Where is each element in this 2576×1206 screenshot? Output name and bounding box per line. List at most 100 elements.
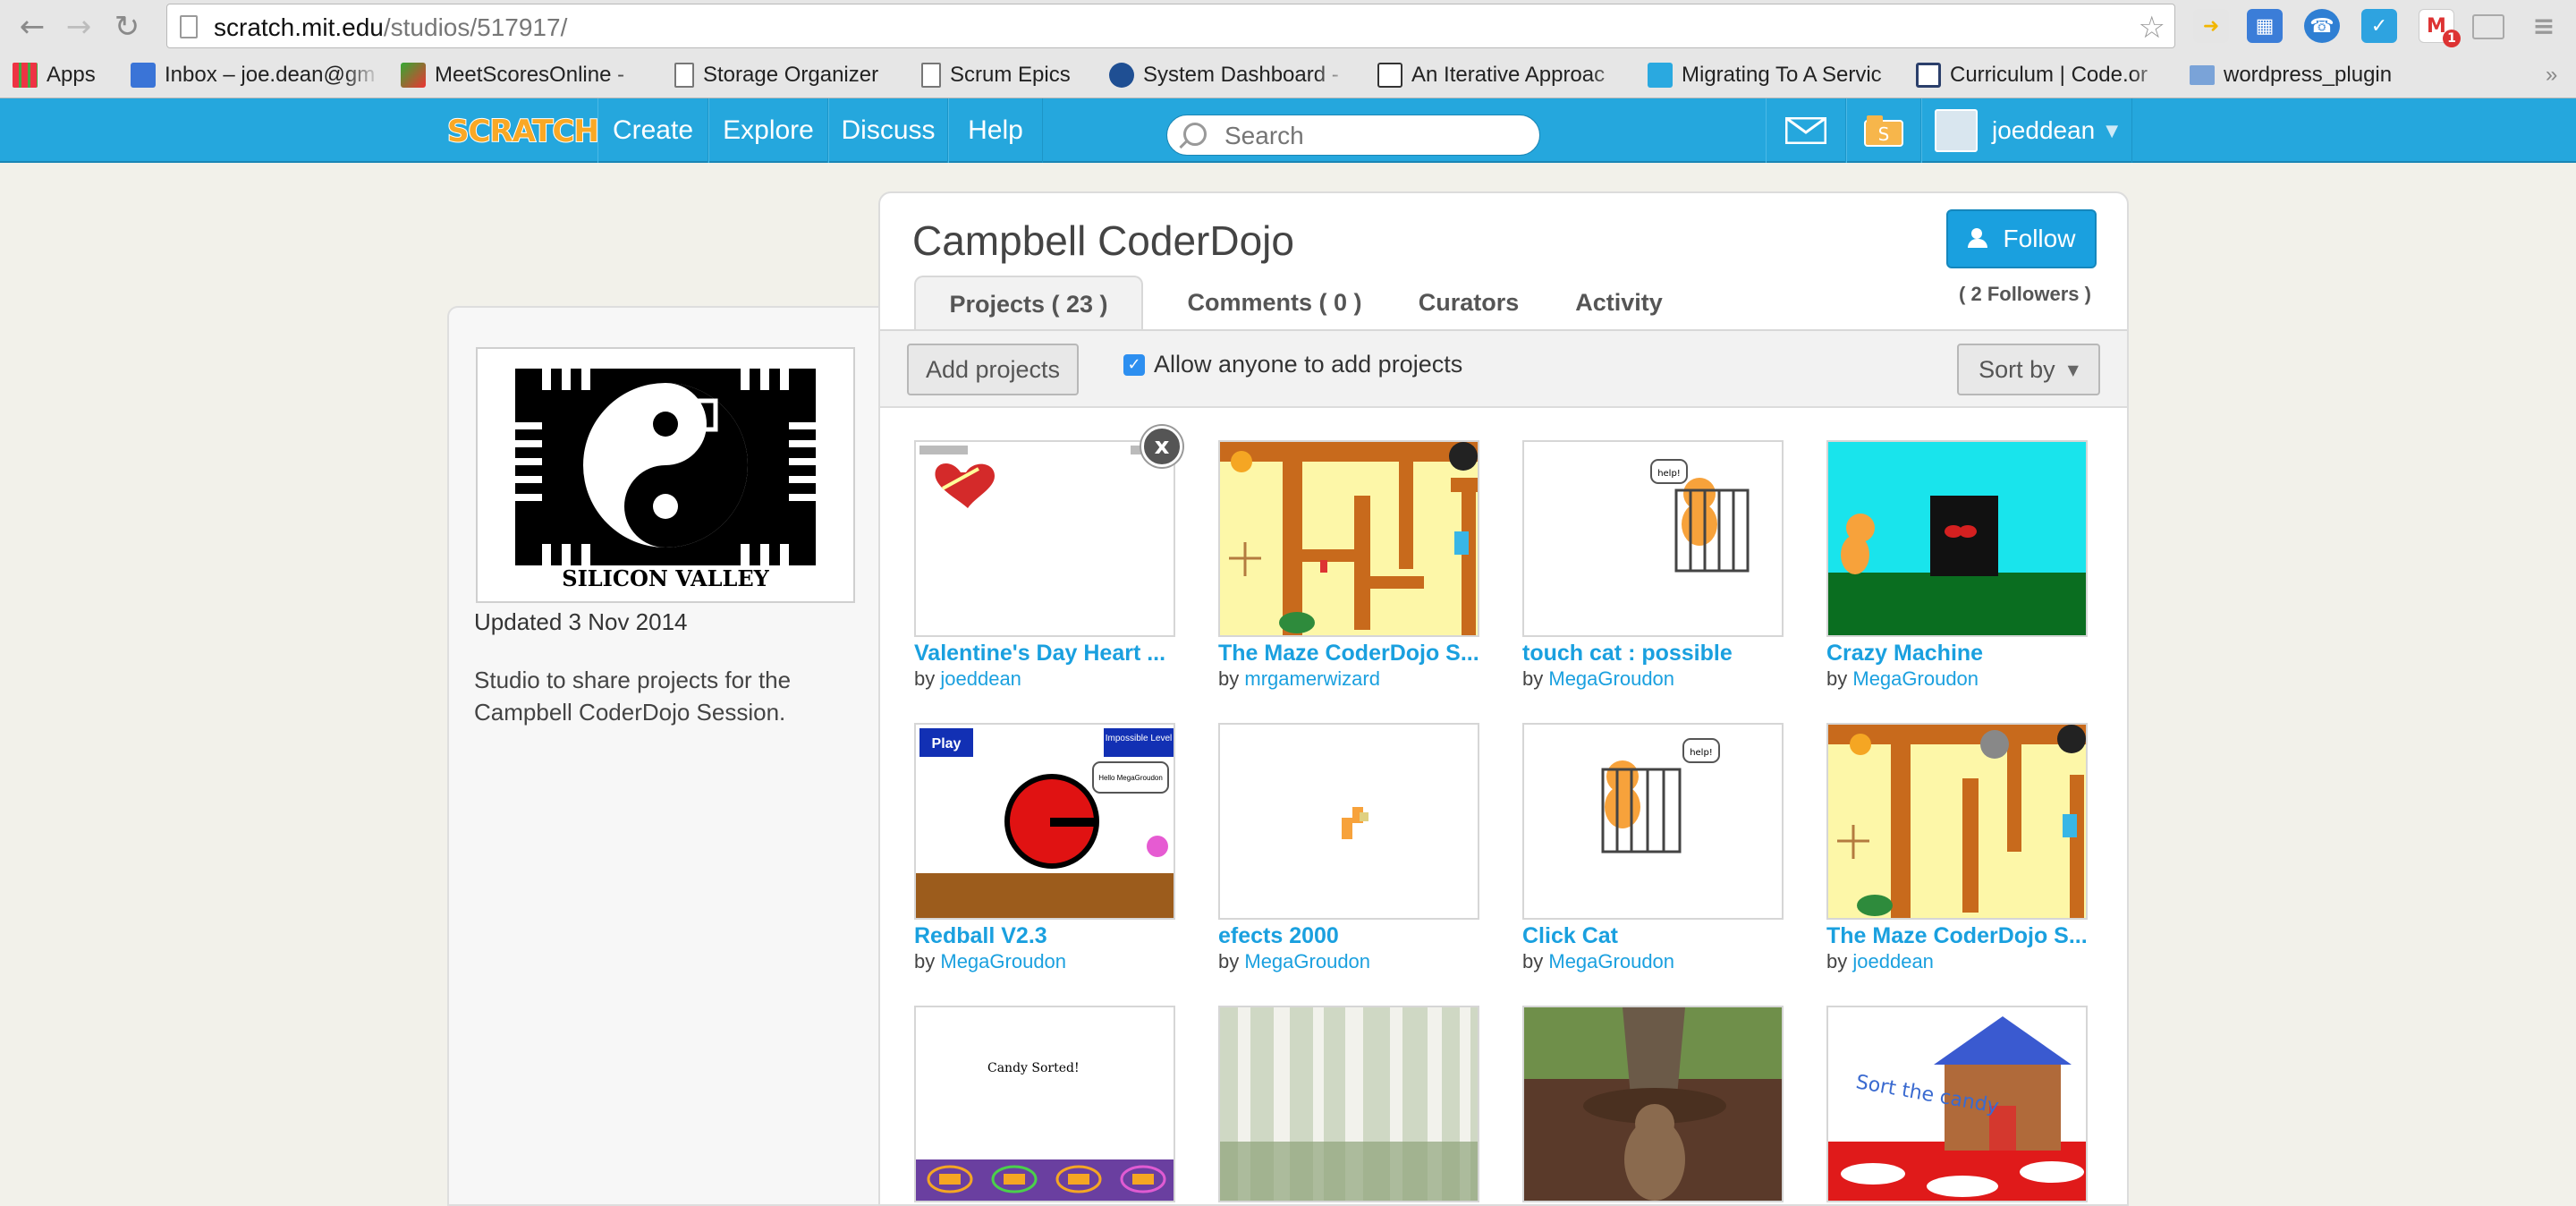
author-link[interactable]: joeddean	[940, 667, 1021, 690]
bookmark-inbox[interactable]: Inbox – joe.dean@gm	[131, 57, 381, 93]
bookmarks-overflow-icon[interactable]: »	[2546, 57, 2557, 93]
project-card[interactable]	[1218, 1006, 1479, 1202]
cast-icon[interactable]	[2472, 14, 2504, 39]
bookmark-label: Apps	[47, 63, 96, 87]
checkmark-icon[interactable]: ✓	[2361, 9, 2397, 43]
doc-icon	[1377, 63, 1402, 88]
reload-icon[interactable]: ↻	[107, 9, 147, 45]
search-input[interactable]	[1224, 121, 1520, 151]
project-thumbnail[interactable]	[1826, 723, 2088, 920]
project-card[interactable]	[1522, 1006, 1784, 1202]
speech-bubble-text: help!	[1657, 469, 1681, 479]
project-thumbnail[interactable]	[1826, 440, 2088, 637]
bookmark-extension-icon[interactable]: ➜	[2193, 9, 2229, 43]
cal-icon[interactable]: ▦	[2247, 9, 2283, 43]
author-link[interactable]: MegaGroudon	[1548, 950, 1674, 972]
bookmark-curriculum[interactable]: Curriculum | Code.or	[1916, 57, 2168, 93]
url-text[interactable]: scratch.mit.edu/studios/517917/	[214, 13, 567, 42]
project-title[interactable]: The Maze CoderDojo S...	[1218, 639, 1479, 667]
folder-icon	[2190, 65, 2215, 85]
my-stuff-folder-icon[interactable]: S	[1846, 98, 1921, 163]
search-icon	[1183, 123, 1207, 146]
tab-comments[interactable]: Comments ( 0 )	[1163, 276, 1386, 329]
project-card[interactable]: help! touch cat : possible by MegaGroudo…	[1522, 440, 1784, 691]
bookmark-migrating[interactable]: Migrating To A Servic	[1648, 57, 1916, 93]
project-title[interactable]: Click Cat	[1522, 921, 1784, 950]
project-card[interactable]: help! Click Cat by MegaGroudon	[1522, 723, 1784, 973]
checkbox-checked-icon[interactable]: ✓	[1123, 353, 1145, 376]
project-card[interactable]: The Maze CoderDojo S... by joeddean	[1826, 723, 2088, 973]
allow-label: Allow anyone to add projects	[1154, 351, 1463, 378]
gmail-icon[interactable]: M1	[2419, 9, 2461, 47]
project-thumbnail[interactable]	[1218, 440, 1479, 637]
address-bar[interactable]: scratch.mit.edu/studios/517917/ ☆	[166, 4, 2175, 48]
project-thumbnail[interactable]: Candy Sorted!	[914, 1006, 1175, 1202]
tab-projects[interactable]: Projects ( 23 )	[914, 276, 1143, 331]
bookmark-storage-organizer[interactable]: Storage Organizer	[674, 57, 878, 93]
by-label: by	[1826, 667, 1848, 690]
follow-button[interactable]: Follow	[1946, 209, 2097, 268]
bookmark-star-icon[interactable]: ☆	[2139, 10, 2165, 46]
bookmark-scrum-epics[interactable]: Scrum Epics	[921, 57, 1071, 93]
sort-by-label: Sort by	[1979, 355, 2055, 383]
by-label: by	[1218, 667, 1240, 690]
project-card[interactable]: Crazy Machine by MegaGroudon	[1826, 440, 2088, 691]
user-menu[interactable]: joeddean ▼	[1921, 98, 2132, 163]
add-projects-button[interactable]: Add projects	[907, 344, 1079, 395]
project-title[interactable]: The Maze CoderDojo S...	[1826, 921, 2088, 950]
allow-anyone-option[interactable]: ✓ Allow anyone to add projects	[1123, 351, 1462, 378]
bookmark-meetscores[interactable]: MeetScoresOnline -	[401, 57, 649, 93]
nav-explore[interactable]: Explore	[708, 98, 828, 163]
page-icon	[674, 63, 694, 88]
project-card[interactable]: Valentine's Day Heart ... by joeddean	[914, 440, 1175, 691]
menu-icon[interactable]: ≡	[2526, 9, 2562, 43]
level-label: Impossible Level	[1106, 734, 1172, 743]
bookmark-system-dashboard[interactable]: System Dashboard -	[1109, 57, 1351, 93]
tab-activity[interactable]: Activity	[1553, 276, 1685, 329]
project-card[interactable]: Candy Sorted!	[914, 1006, 1175, 1202]
nav-help[interactable]: Help	[948, 98, 1043, 163]
messages-envelope-icon[interactable]	[1766, 98, 1846, 163]
project-thumbnail[interactable]: Play Impossible Level Hello MegaGroudon	[914, 723, 1175, 920]
project-card[interactable]: efects 2000 by MegaGroudon	[1218, 723, 1479, 973]
remove-project-button[interactable]: x	[1141, 426, 1182, 467]
sort-by-button[interactable]: Sort by ▼	[1957, 344, 2100, 395]
project-card[interactable]: Play Impossible Level Hello MegaGroudon …	[914, 723, 1175, 973]
back-arrow-icon[interactable]: ←	[13, 9, 52, 45]
project-thumbnail[interactable]: help!	[1522, 723, 1784, 920]
author-link[interactable]: joeddean	[1852, 950, 1934, 972]
project-title[interactable]: efects 2000	[1218, 921, 1479, 950]
project-thumbnail[interactable]: help!	[1522, 440, 1784, 637]
project-title[interactable]: Crazy Machine	[1826, 639, 2088, 667]
scratch-logo[interactable]: SCRATCH	[446, 111, 600, 152]
tab-curators[interactable]: Curators	[1402, 276, 1535, 329]
nav-create[interactable]: Create	[597, 98, 708, 163]
forward-arrow-icon[interactable]: →	[59, 9, 98, 45]
bookmark-label: Inbox – joe.dean@gm	[165, 63, 376, 87]
chat-bubble-icon[interactable]: ☎	[2304, 9, 2340, 43]
search-box[interactable]	[1166, 115, 1540, 156]
bookmark-apps[interactable]: Apps	[13, 57, 96, 93]
project-thumbnail[interactable]	[914, 440, 1175, 637]
candy-sorted-text: Candy Sorted!	[987, 1061, 1080, 1075]
author-link[interactable]: MegaGroudon	[1548, 667, 1674, 690]
project-title[interactable]: Redball V2.3	[914, 921, 1175, 950]
author-link[interactable]: mrgamerwizard	[1244, 667, 1380, 690]
project-card[interactable]: Sort the candy	[1826, 1006, 2088, 1202]
author-link[interactable]: MegaGroudon	[940, 950, 1066, 972]
author-link[interactable]: MegaGroudon	[1852, 667, 1979, 690]
project-thumbnail[interactable]: Sort the candy	[1826, 1006, 2088, 1202]
project-title[interactable]: Valentine's Day Heart ...	[914, 639, 1175, 667]
bookmarks-bar: Apps Inbox – joe.dean@gm MeetScoresOnlin…	[0, 54, 2576, 97]
project-thumbnail[interactable]	[1522, 1006, 1784, 1202]
author-link[interactable]: MegaGroudon	[1244, 950, 1370, 972]
nav-discuss[interactable]: Discuss	[828, 98, 948, 163]
speech-bubble-text: Hello MegaGroudon	[1098, 774, 1163, 782]
bookmark-wordpress-plugin[interactable]: wordpress_plugin	[2190, 57, 2392, 93]
bookmark-iterative-approach[interactable]: An Iterative Approac	[1377, 57, 1628, 93]
project-thumbnail[interactable]	[1218, 1006, 1479, 1202]
project-thumbnail[interactable]	[1218, 723, 1479, 920]
svg-text:S: S	[1878, 123, 1890, 145]
project-title[interactable]: touch cat : possible	[1522, 639, 1784, 667]
project-card[interactable]: The Maze CoderDojo S... by mrgamerwizard	[1218, 440, 1479, 691]
